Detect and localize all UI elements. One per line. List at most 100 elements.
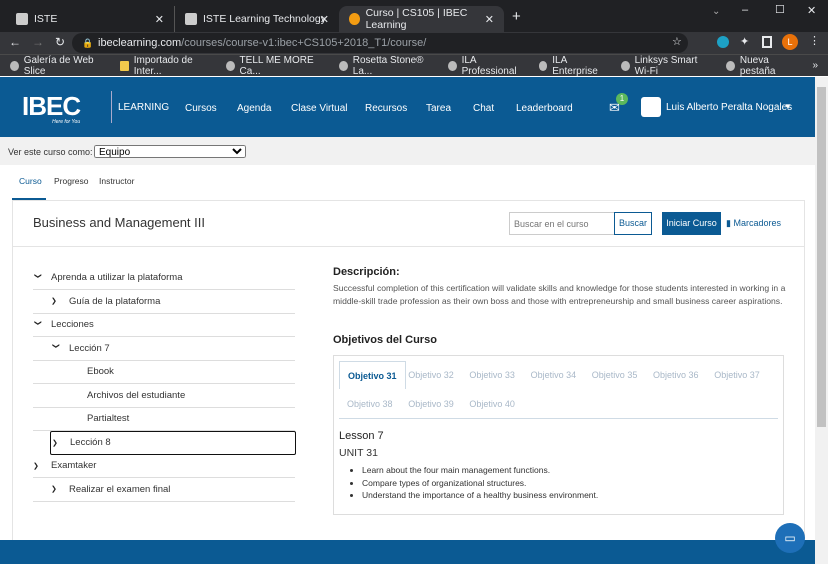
bookmark-item[interactable]: Rosetta Stone® La... bbox=[339, 55, 434, 77]
new-tab-icon[interactable]: + bbox=[512, 8, 521, 25]
objective-tab[interactable]: Objetivo 38 bbox=[347, 399, 393, 409]
bookmark-item[interactable]: ILA Enterprise bbox=[538, 55, 607, 77]
tab-curso[interactable]: Curso bbox=[12, 176, 46, 201]
nav-cursos[interactable]: Cursos bbox=[185, 103, 217, 114]
outline-item[interactable]: Partialtest bbox=[33, 407, 295, 431]
tab-search-icon[interactable]: ⌄ bbox=[712, 6, 720, 17]
address-bar-row: ← → ↻ 🔒 ibeclearning.com/courses/course-v… bbox=[0, 32, 828, 54]
view-as-select[interactable]: Equipo bbox=[94, 145, 246, 158]
divider bbox=[339, 418, 778, 419]
user-name[interactable]: Luis Alberto Peralta Nogales bbox=[666, 102, 792, 113]
objective-tab[interactable]: Objetivo 34 bbox=[531, 370, 577, 380]
outline-item[interactable]: ❯ Lecciones bbox=[33, 313, 295, 337]
user-dropdown-icon[interactable]: ▼ bbox=[784, 102, 792, 111]
objective-tab[interactable]: Objetivo 33 bbox=[469, 370, 515, 380]
ibec-logo[interactable]: IBEC Here for You bbox=[22, 91, 81, 125]
browser-tabbar: ISTE✕ ISTE Learning Technology Directo✕ … bbox=[0, 0, 828, 32]
objectives-box: Objetivo 31 Objetivo 32 Objetivo 33 Objetiv… bbox=[333, 355, 784, 515]
outline-item[interactable]: ❯ Realizar el examen final bbox=[33, 478, 295, 502]
browser-tab[interactable]: ISTE Learning Technology Directo✕ bbox=[174, 6, 339, 32]
objective-item: Learn about the four main management fun… bbox=[362, 464, 598, 477]
bookmarks-link[interactable]: ▮ Marcadores bbox=[726, 218, 781, 229]
bookmark-item[interactable]: Importado de Inter... bbox=[120, 55, 212, 77]
description-heading: Descripción: bbox=[333, 266, 400, 278]
site-footer bbox=[0, 540, 815, 564]
outline-item[interactable]: ❯ Lección 7 bbox=[33, 337, 295, 361]
globe-icon bbox=[10, 60, 19, 71]
objective-tab[interactable]: Objetivo 39 bbox=[408, 399, 454, 409]
browser-tab[interactable]: ISTE ✕ bbox=[6, 6, 174, 32]
scrollbar[interactable] bbox=[815, 77, 828, 564]
objectives-heading: Objetivos del Curso bbox=[333, 334, 437, 346]
url-input[interactable]: 🔒 ibeclearning.com/courses/course-v1:ibec… bbox=[72, 33, 688, 53]
chevron-right-icon: ❯ bbox=[51, 486, 57, 493]
profile-avatar[interactable]: L bbox=[782, 34, 798, 50]
bookmark-icon: ▮ bbox=[726, 218, 731, 228]
bookmark-item[interactable]: Galería de Web Slice bbox=[10, 55, 106, 77]
maximize-icon[interactable]: ☐ bbox=[775, 3, 785, 16]
nav-tarea[interactable]: Tarea bbox=[426, 103, 451, 114]
globe-icon bbox=[726, 60, 735, 71]
outline-item[interactable]: ❯ Examtaker bbox=[33, 454, 295, 478]
objective-tab[interactable]: Objetivo 31 bbox=[339, 361, 406, 389]
sidepanel-icon[interactable] bbox=[762, 36, 772, 48]
forward-icon[interactable]: → bbox=[32, 35, 44, 49]
objective-tab[interactable]: Objetivo 35 bbox=[592, 370, 638, 380]
scrollbar-thumb[interactable] bbox=[817, 87, 826, 427]
view-as-band: Ver este curso como: Equipo bbox=[0, 137, 815, 165]
reload-icon[interactable]: ↻ bbox=[55, 35, 65, 49]
close-window-icon[interactable]: ✕ bbox=[807, 4, 816, 17]
chevron-right-icon: ❯ bbox=[52, 439, 58, 447]
outline-item[interactable]: ❯ Aprenda a utilizar la plataforma bbox=[33, 266, 295, 290]
nav-chat[interactable]: Chat bbox=[473, 103, 494, 114]
globe-icon bbox=[225, 60, 235, 71]
bookmark-item[interactable]: Nueva pestaña bbox=[726, 55, 798, 77]
user-avatar[interactable] bbox=[641, 97, 661, 117]
divider bbox=[111, 91, 112, 123]
globe-icon bbox=[538, 60, 548, 71]
chat-widget-icon[interactable]: ▭ bbox=[775, 523, 805, 553]
bookmark-star-icon[interactable]: ☆ bbox=[672, 35, 682, 48]
bookmark-item[interactable]: ILA Professional bbox=[447, 55, 525, 77]
favicon-icon bbox=[16, 13, 28, 25]
objective-tab[interactable]: Objetivo 37 bbox=[714, 370, 760, 380]
start-course-button[interactable]: Iniciar Curso bbox=[662, 212, 721, 235]
bookmark-item[interactable]: Linksys Smart Wi-Fi bbox=[620, 55, 712, 77]
outline-item[interactable]: ❯ Guía de la plataforma bbox=[33, 290, 295, 314]
globe-icon bbox=[447, 60, 457, 71]
objective-tab[interactable]: Objetivo 36 bbox=[653, 370, 699, 380]
outline-item[interactable]: Ebook bbox=[33, 360, 295, 384]
close-tab-icon[interactable]: ✕ bbox=[320, 13, 329, 26]
course-search-input[interactable] bbox=[509, 212, 615, 235]
tab-instructor[interactable]: Instructor bbox=[99, 176, 134, 186]
close-tab-icon[interactable]: ✕ bbox=[155, 13, 164, 26]
nav-clase-virtual[interactable]: Clase Virtual bbox=[291, 103, 348, 114]
browser-tab-active[interactable]: Curso | CS105 | IBEC Learning ✕ bbox=[339, 6, 504, 32]
minimize-icon[interactable]: – bbox=[742, 4, 748, 16]
course-title: Business and Management III bbox=[33, 215, 205, 230]
description-text: Successful completion of this certificat… bbox=[333, 283, 786, 306]
close-tab-icon[interactable]: ✕ bbox=[485, 13, 494, 26]
extension-icon[interactable] bbox=[717, 36, 729, 48]
chevron-down-icon: ❯ bbox=[34, 319, 41, 326]
objective-item: Understand the importance of a healthy b… bbox=[362, 489, 598, 502]
learning-label: LEARNING bbox=[118, 102, 170, 113]
search-button[interactable]: Buscar bbox=[614, 212, 652, 235]
objective-tab[interactable]: Objetivo 32 bbox=[408, 370, 454, 380]
mail-badge: 1 bbox=[616, 93, 628, 105]
objective-item: Compare types of organizational structur… bbox=[362, 477, 598, 490]
bookmark-item[interactable]: TELL ME MORE Ca... bbox=[225, 55, 325, 77]
favicon-icon bbox=[349, 13, 360, 25]
outline-item[interactable]: ❯ Lección 8 bbox=[50, 430, 296, 455]
more-bookmarks-icon[interactable]: » bbox=[812, 60, 818, 71]
objective-tab[interactable]: Objetivo 40 bbox=[469, 399, 515, 409]
back-icon[interactable]: ← bbox=[9, 35, 21, 49]
nav-recursos[interactable]: Recursos bbox=[365, 103, 407, 114]
outline-item[interactable]: Archivos del estudiante bbox=[33, 384, 295, 408]
nav-agenda[interactable]: Agenda bbox=[237, 103, 271, 114]
menu-icon[interactable]: ⋮ bbox=[809, 34, 820, 47]
nav-leaderboard[interactable]: Leaderboard bbox=[516, 103, 573, 114]
chevron-down-icon: ❯ bbox=[52, 343, 59, 349]
extensions-puzzle-icon[interactable]: ✦ bbox=[740, 35, 749, 48]
tab-progreso[interactable]: Progreso bbox=[54, 176, 89, 186]
